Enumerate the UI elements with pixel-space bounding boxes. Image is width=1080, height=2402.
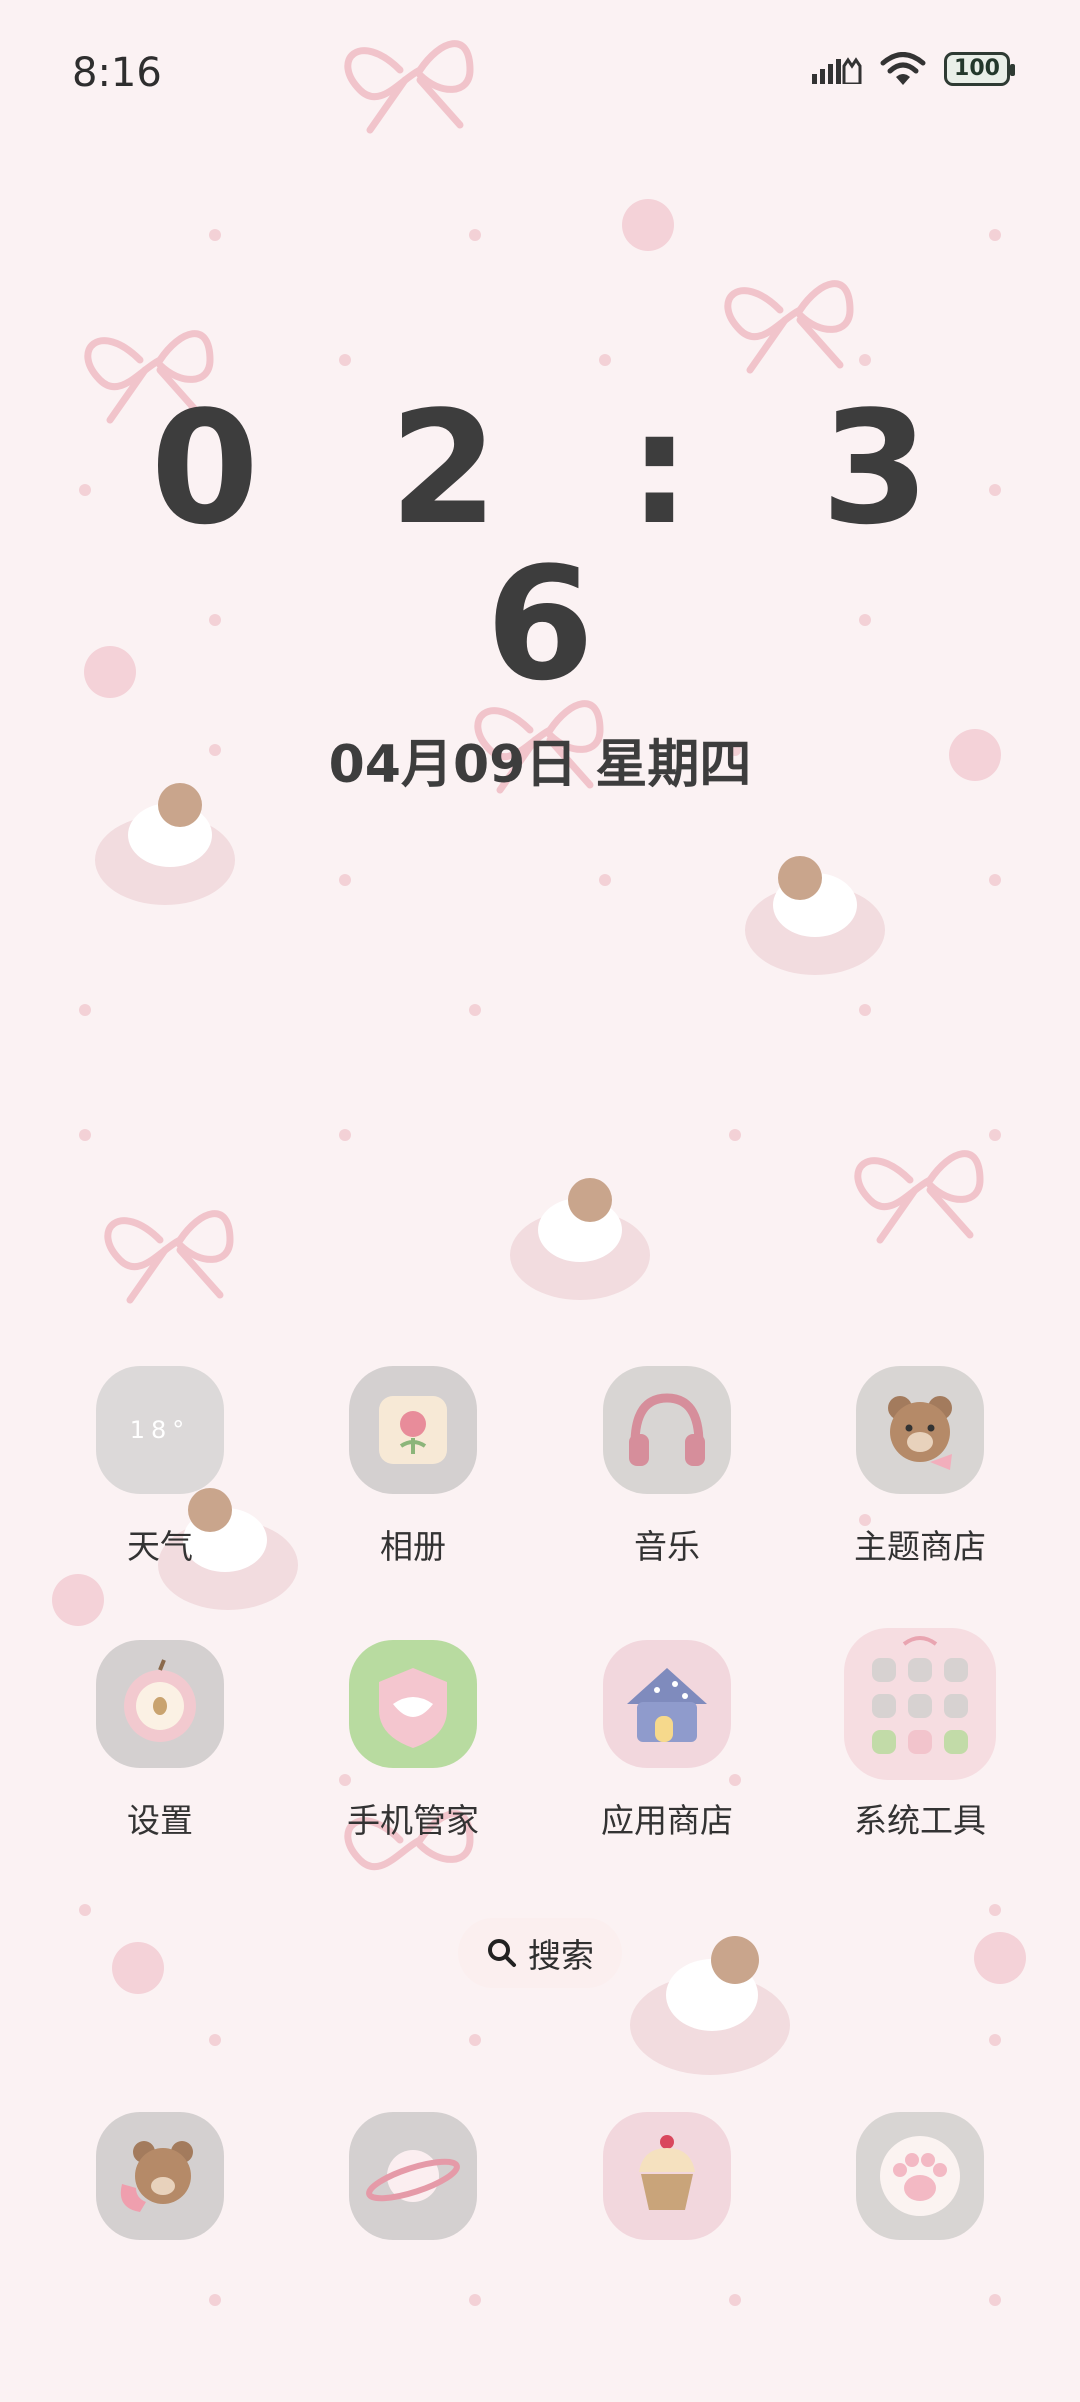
battery-level: 100 <box>954 56 1000 81</box>
app-weather[interactable]: 18° 天气 <box>60 1366 260 1568</box>
status-time: 8:16 <box>72 50 162 96</box>
app-label: 应用商店 <box>601 1801 733 1840</box>
phone-bear-icon <box>96 2112 224 2240</box>
gallery-icon <box>349 1366 477 1494</box>
dock-camera[interactable] <box>567 2112 767 2240</box>
dock-phone[interactable] <box>60 2112 260 2240</box>
apple-icon <box>96 1640 224 1768</box>
app-label: 音乐 <box>634 1527 700 1566</box>
app-system-tools[interactable]: 系统工具 <box>820 1628 1020 1842</box>
app-phone-manager[interactable]: 手机管家 <box>313 1640 513 1842</box>
search-button[interactable]: 搜索 <box>458 1918 622 1988</box>
app-label: 主题商店 <box>854 1527 986 1566</box>
status-icons: 100 <box>812 52 1015 86</box>
shield-lips-icon <box>349 1640 477 1768</box>
app-music[interactable]: 音乐 <box>567 1366 767 1568</box>
search-icon <box>488 1939 516 1967</box>
app-app-store[interactable]: 应用商店 <box>567 1640 767 1842</box>
folder-icon <box>844 1628 996 1780</box>
clock-date: 04月09日 星期四 <box>328 735 752 795</box>
app-label: 天气 <box>127 1527 193 1566</box>
bear-icon <box>856 1366 984 1494</box>
status-bar: 8:16 100 <box>0 0 1080 150</box>
headphones-icon <box>603 1366 731 1494</box>
dock-messages[interactable] <box>820 2112 1020 2240</box>
weather-temp: 18° <box>129 1416 191 1444</box>
clock-widget[interactable]: 0 2 : 3 6 04月09日 星期四 <box>0 390 1080 797</box>
cupcake-icon <box>603 2112 731 2240</box>
dock-browser[interactable] <box>313 2112 513 2240</box>
app-settings[interactable]: 设置 <box>60 1640 260 1842</box>
app-theme-store[interactable]: 主题商店 <box>820 1366 1020 1568</box>
wifi-icon <box>880 52 926 85</box>
app-label: 系统工具 <box>854 1801 986 1840</box>
paw-icon <box>856 2112 984 2240</box>
clock-time: 0 2 : 3 6 <box>150 377 968 715</box>
house-icon <box>603 1640 731 1768</box>
signal-icon <box>812 57 862 84</box>
app-label: 手机管家 <box>347 1801 479 1840</box>
app-label: 设置 <box>127 1801 193 1840</box>
app-label: 相册 <box>380 1527 446 1566</box>
weather-icon: 18° <box>96 1366 224 1494</box>
search-label: 搜索 <box>528 1936 594 1975</box>
battery-icon: 100 <box>944 52 1015 86</box>
app-gallery[interactable]: 相册 <box>313 1366 513 1568</box>
planet-icon <box>349 2112 477 2240</box>
wallpaper <box>52 40 1026 2306</box>
